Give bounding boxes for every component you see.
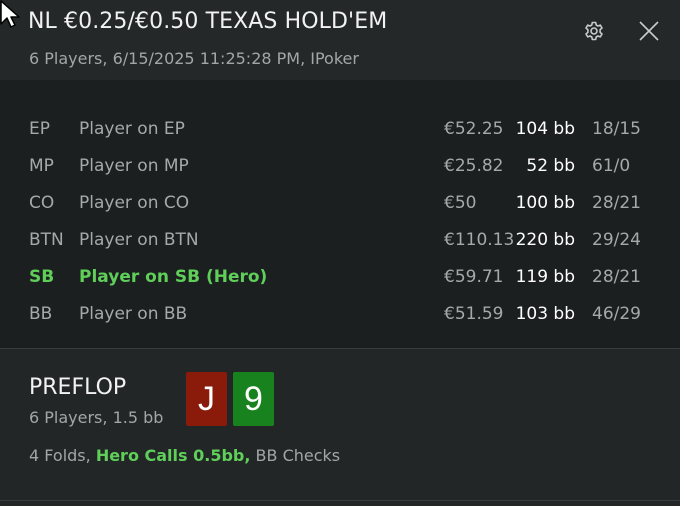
bb-action: BB Checks [255, 446, 341, 465]
player-stack-bb: 220 bb [515, 230, 575, 250]
close-button[interactable] [637, 19, 661, 43]
player-position: EP [29, 119, 50, 139]
street-actions: 4 Folds, Hero Calls 0.5bb, BB Checks [29, 445, 340, 467]
player-stats: 28/21 [592, 193, 641, 213]
player-stack-bb: 119 bb [515, 267, 575, 287]
player-name: Player on CO [79, 193, 190, 213]
player-stack-bb: 100 bb [515, 193, 575, 213]
folds-action: 4 Folds, [29, 446, 91, 465]
player-stats: 61/0 [592, 156, 631, 176]
player-row-bb[interactable]: BB Player on BB €51.59 103 bb 46/29 [0, 296, 680, 333]
player-stats: 18/15 [592, 119, 641, 139]
player-stack-bb: 103 bb [515, 304, 575, 324]
player-stack: €25.82 [444, 156, 504, 176]
player-stats: 46/29 [592, 304, 641, 324]
player-row-co[interactable]: CO Player on CO €50 100 bb 28/21 [0, 185, 680, 222]
player-name: Player on MP [79, 156, 189, 176]
player-row-mp[interactable]: MP Player on MP €25.82 52 bb 61/0 [0, 148, 680, 185]
player-stats: 28/21 [592, 267, 641, 287]
player-stack: €51.59 [444, 304, 504, 324]
player-name: Player on BB [79, 304, 188, 324]
player-stack: €50 [444, 193, 477, 213]
player-stack: €52.25 [444, 119, 504, 139]
player-name: Player on EP [79, 119, 185, 139]
hand-history-window: NL €0.25/€0.50 TEXAS HOLD'EM 6 Players, … [0, 0, 680, 506]
player-position: MP [29, 156, 54, 176]
page-title: NL €0.25/€0.50 TEXAS HOLD'EM [28, 9, 388, 34]
player-position: BTN [29, 230, 64, 250]
mouse-pointer-icon [0, 0, 20, 28]
hero-action: Hero Calls 0.5bb, [95, 446, 251, 465]
player-name: Player on BTN [79, 230, 199, 250]
gear-icon [585, 21, 603, 41]
player-name: Player on SB (Hero) [79, 267, 268, 287]
player-stats: 29/24 [592, 230, 641, 250]
street-title: PREFLOP [29, 375, 127, 400]
player-position: BB [29, 304, 53, 324]
street-info: 6 Players, 1.5 bb [29, 408, 164, 427]
players-list: EP Player on EP €52.25 104 bb 18/15 MP P… [0, 80, 680, 349]
player-position: SB [29, 267, 55, 287]
hole-card-2: 9 [233, 372, 274, 426]
settings-button[interactable] [582, 19, 606, 43]
hand-subtitle: 6 Players, 6/15/2025 11:25:28 PM, IPoker [29, 49, 359, 68]
player-stack: €59.71 [444, 267, 504, 287]
close-icon [639, 21, 659, 41]
player-row-ep[interactable]: EP Player on EP €52.25 104 bb 18/15 [0, 111, 680, 148]
player-stack-bb: 104 bb [515, 119, 575, 139]
hole-card-1: J [186, 372, 227, 426]
header: NL €0.25/€0.50 TEXAS HOLD'EM 6 Players, … [0, 0, 680, 80]
player-stack-bb: 52 bb [526, 156, 575, 176]
preflop-section: PREFLOP 6 Players, 1.5 bb J 9 4 Folds, H… [0, 349, 680, 501]
player-row-sb-hero[interactable]: SB Player on SB (Hero) €59.71 119 bb 28/… [0, 259, 680, 296]
player-position: CO [29, 193, 55, 213]
player-row-btn[interactable]: BTN Player on BTN €110.13 220 bb 29/24 [0, 222, 680, 259]
